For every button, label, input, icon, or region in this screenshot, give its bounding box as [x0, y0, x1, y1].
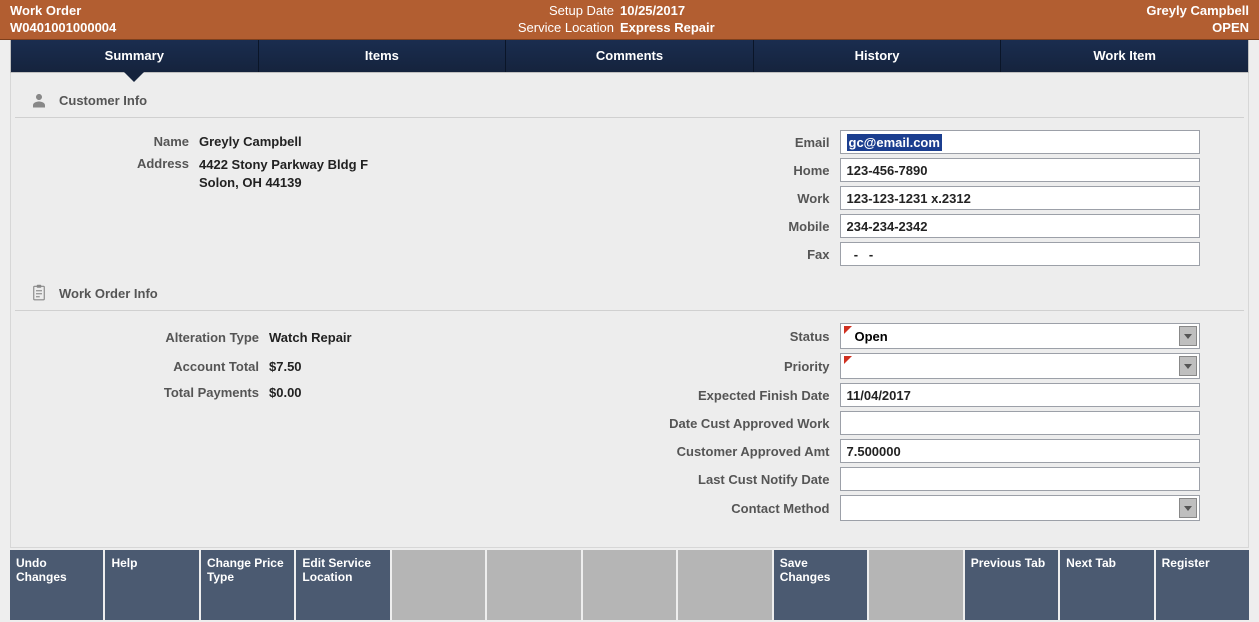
status-label: Status — [630, 329, 840, 344]
header-customer-name: Greyly Campbell — [1146, 3, 1249, 18]
last-cust-notify-field[interactable] — [840, 467, 1200, 491]
email-label: Email — [630, 135, 840, 150]
alteration-type-value: Watch Repair — [269, 330, 352, 345]
customer-name: Greyly Campbell — [199, 134, 302, 149]
account-total-label: Account Total — [19, 359, 269, 374]
home-phone-field[interactable] — [840, 158, 1200, 182]
date-cust-approved-label: Date Cust Approved Work — [630, 416, 840, 431]
setup-date-label: Setup Date — [430, 3, 620, 18]
name-label: Name — [19, 134, 199, 149]
chevron-down-icon[interactable] — [1179, 498, 1197, 518]
work-order-info-label: Work Order Info — [59, 286, 158, 301]
status-select[interactable]: Open — [840, 323, 1200, 349]
tab-history[interactable]: History — [753, 40, 1001, 72]
undo-changes-button[interactable]: Undo Changes — [10, 550, 103, 620]
edit-service-location-button[interactable]: Edit Service Location — [296, 550, 389, 620]
tab-work-item[interactable]: Work Item — [1000, 40, 1248, 72]
header-status: OPEN — [1212, 20, 1249, 35]
tab-comments[interactable]: Comments — [505, 40, 753, 72]
chevron-down-icon[interactable] — [1179, 356, 1197, 376]
priority-label: Priority — [630, 359, 840, 374]
bottom-slot-7 — [583, 550, 676, 620]
contact-method-label: Contact Method — [630, 501, 840, 516]
fax-label: Fax — [630, 247, 840, 262]
person-icon — [19, 89, 59, 111]
date-cust-approved-field[interactable] — [840, 411, 1200, 435]
content-panel: Customer Info Name Greyly Campbell Addre… — [10, 73, 1249, 548]
clipboard-icon — [19, 282, 59, 304]
contact-method-select[interactable] — [840, 495, 1200, 521]
expected-finish-field[interactable] — [840, 383, 1200, 407]
work-phone-field[interactable] — [840, 186, 1200, 210]
last-cust-notify-label: Last Cust Notify Date — [630, 472, 840, 487]
register-button[interactable]: Register — [1156, 550, 1249, 620]
bottom-button-bar: Undo Changes Help Change Price Type Edit… — [0, 548, 1259, 622]
change-price-type-button[interactable]: Change Price Type — [201, 550, 294, 620]
mobile-phone-field[interactable] — [840, 214, 1200, 238]
setup-date-value: 10/25/2017 — [620, 3, 820, 18]
nav-tabs: Summary Items Comments History Work Item — [10, 40, 1249, 73]
account-total-value: $7.50 — [269, 359, 302, 374]
cust-approved-amt-field[interactable] — [840, 439, 1200, 463]
bottom-slot-5 — [392, 550, 485, 620]
cust-approved-amt-label: Customer Approved Amt — [630, 444, 840, 459]
service-location-label: Service Location — [430, 20, 620, 35]
save-changes-button[interactable]: Save Changes — [774, 550, 867, 620]
mobile-label: Mobile — [630, 219, 840, 234]
bottom-slot-10 — [869, 550, 962, 620]
priority-select[interactable] — [840, 353, 1200, 379]
customer-address: 4422 Stony Parkway Bldg F Solon, OH 4413… — [199, 156, 368, 191]
work-label: Work — [630, 191, 840, 206]
bottom-slot-6 — [487, 550, 580, 620]
work-order-info-section-header: Work Order Info — [15, 274, 1244, 311]
customer-info-section-header: Customer Info — [15, 73, 1244, 118]
previous-tab-button[interactable]: Previous Tab — [965, 550, 1058, 620]
tab-summary[interactable]: Summary — [11, 40, 258, 72]
bottom-slot-8 — [678, 550, 771, 620]
fax-field[interactable] — [840, 242, 1200, 266]
customer-info-label: Customer Info — [59, 93, 147, 108]
order-number: W0401001000004 — [10, 20, 430, 35]
expected-finish-label: Expected Finish Date — [630, 388, 840, 403]
email-field[interactable]: gc@email.com — [840, 130, 1200, 154]
header-bar: Work Order Setup Date 10/25/2017 Greyly … — [0, 0, 1259, 40]
address-label: Address — [19, 156, 199, 171]
home-label: Home — [630, 163, 840, 178]
total-payments-value: $0.00 — [269, 385, 302, 400]
email-value: gc@email.com — [847, 134, 942, 151]
chevron-down-icon[interactable] — [1179, 326, 1197, 346]
required-icon — [844, 356, 852, 364]
header-title: Work Order — [10, 3, 430, 18]
status-value: Open — [855, 329, 888, 344]
next-tab-button[interactable]: Next Tab — [1060, 550, 1153, 620]
alteration-type-label: Alteration Type — [19, 330, 269, 345]
help-button[interactable]: Help — [105, 550, 198, 620]
tab-items[interactable]: Items — [258, 40, 506, 72]
service-location-value: Express Repair — [620, 20, 820, 35]
total-payments-label: Total Payments — [19, 385, 269, 400]
required-icon — [844, 326, 852, 334]
